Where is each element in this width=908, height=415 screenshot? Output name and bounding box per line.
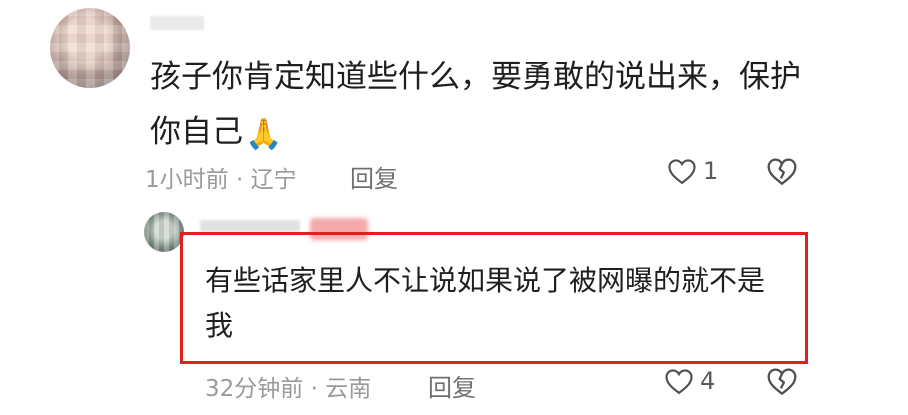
comment-text: 孩子你肯定知道些什么，要勇敢的说出来，保护 你自己🙏: [150, 50, 810, 162]
comment-text-line1: 孩子你肯定知道些什么，要勇敢的说出来，保护: [150, 59, 801, 95]
heart-outline-icon: [668, 159, 696, 185]
comment-meta: 1小时前 · 辽宁: [145, 167, 297, 193]
heart-outline-icon: [665, 369, 693, 395]
comment-text-line2: 你自己: [150, 114, 243, 150]
reply-like-count: 4: [700, 367, 716, 395]
reply-button[interactable]: 回复: [350, 159, 398, 194]
praying-hands-icon: 🙏: [245, 117, 283, 152]
broken-heart-icon[interactable]: [766, 156, 798, 186]
avatar[interactable]: [50, 8, 130, 88]
broken-heart-icon[interactable]: [766, 366, 798, 396]
reply-meta: 32分钟前 · 云南: [205, 376, 372, 402]
reply-username-blurred[interactable]: [200, 220, 300, 232]
reply-like-button[interactable]: 4: [664, 367, 715, 395]
reply-reply-button[interactable]: 回复: [428, 368, 476, 403]
reply-avatar[interactable]: [144, 212, 184, 252]
like-button[interactable]: 1: [667, 157, 718, 185]
reply-text: 有些话家里人不让说如果说了被网曝的就不是我: [205, 264, 766, 342]
username-blurred[interactable]: [150, 16, 204, 30]
like-count: 1: [703, 157, 719, 185]
